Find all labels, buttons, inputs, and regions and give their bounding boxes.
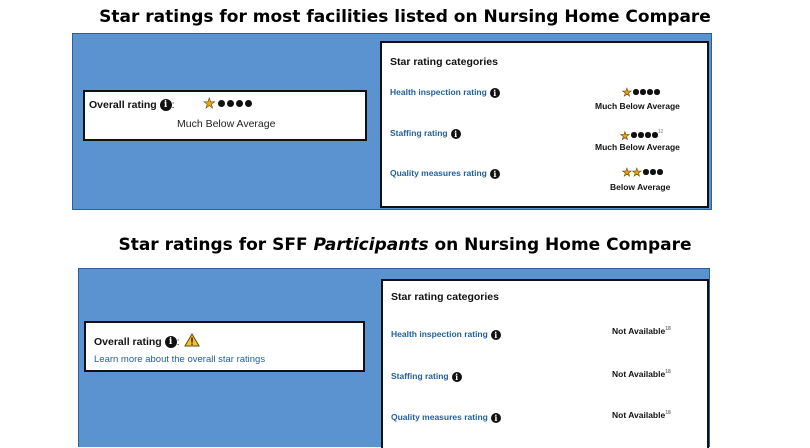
category-label-staffing[interactable]: Staffing rating i	[390, 128, 461, 139]
category-label-quality-measures[interactable]: Quality measures rating i	[390, 168, 500, 179]
info-icon[interactable]: i	[450, 128, 461, 139]
bottom-panel: Overall rating i: Learn more about the o…	[78, 268, 710, 448]
star-empty-dot-icon	[217, 100, 225, 108]
star-empty-dot-icon	[654, 89, 660, 95]
overall-star-rating: ★	[203, 95, 252, 111]
category-rating-text-staffing: Much Below Average	[595, 142, 680, 152]
category-value-health-inspection: Not Available18	[612, 326, 671, 336]
title-italic: Participants	[313, 235, 429, 255]
categories-heading: Star rating categories	[391, 291, 499, 303]
star-filled-icon: ★	[622, 167, 632, 179]
category-value-quality-measures: Not Available18	[612, 410, 671, 420]
info-icon[interactable]: i	[490, 329, 501, 340]
category-stars-quality-measures: ★★	[622, 167, 663, 179]
category-label-quality-measures[interactable]: Quality measures rating i	[391, 412, 501, 423]
category-stars-health-inspection: ★	[622, 87, 660, 99]
overall-rating-label: Overall rating	[94, 336, 162, 348]
info-icon[interactable]: i	[489, 87, 500, 98]
title-suffix: on Nursing Home Compare	[428, 235, 692, 255]
overall-rating-label: Overall rating	[89, 99, 157, 111]
overall-rating-colon: :	[171, 99, 175, 111]
star-filled-icon: ★	[203, 95, 216, 111]
overall-rating-colon: :	[176, 336, 180, 348]
star-rating-categories-card: Star rating categories Health inspection…	[381, 279, 709, 448]
category-label-health-inspection[interactable]: Health inspection rating i	[390, 87, 500, 98]
footnote-marker: 12	[657, 129, 664, 135]
category-label-health-inspection[interactable]: Health inspection rating i	[391, 329, 501, 340]
category-label-staffing[interactable]: Staffing rating i	[391, 371, 462, 382]
star-empty-dot-icon	[640, 89, 646, 95]
category-value-staffing: Not Available18	[612, 369, 671, 379]
star-empty-dot-icon	[235, 100, 243, 108]
star-empty-dot-icon	[645, 132, 651, 138]
footnote-marker: 18	[665, 410, 671, 417]
star-empty-dot-icon	[650, 169, 656, 175]
star-empty-dot-icon	[244, 100, 252, 108]
star-filled-icon: ★	[631, 167, 642, 179]
info-icon[interactable]: i	[490, 412, 501, 423]
slide-title-bottom: Star ratings for SFF Participants on Nur…	[0, 235, 810, 255]
overall-rating-text: Much Below Average	[177, 118, 276, 130]
category-rating-text-quality-measures: Below Average	[610, 182, 671, 192]
footnote-marker: 18	[665, 326, 671, 333]
star-filled-icon: ★	[622, 87, 632, 99]
title-prefix: Star ratings for SFF	[118, 235, 314, 255]
info-icon[interactable]: i	[159, 99, 172, 112]
overall-rating-card: Overall rating i: Learn more about the o…	[84, 321, 365, 372]
star-empty-dot-icon	[647, 89, 653, 95]
star-empty-dot-icon	[643, 169, 649, 175]
categories-heading: Star rating categories	[390, 56, 498, 68]
star-rating-categories-card: Star rating categories Health inspection…	[380, 41, 709, 208]
star-empty-dot-icon	[633, 89, 639, 95]
info-icon[interactable]: i	[489, 168, 500, 179]
top-panel: Overall rating i: ★ Much Below Average S…	[72, 33, 712, 210]
star-empty-dot-icon	[657, 169, 663, 175]
learn-more-link[interactable]: Learn more about the overall star rating…	[94, 354, 265, 365]
overall-rating-card: Overall rating i: ★ Much Below Average	[83, 90, 367, 141]
category-stars-staffing: ★ 12	[620, 127, 664, 143]
category-rating-text-health-inspection: Much Below Average	[595, 101, 680, 111]
info-icon[interactable]: i	[164, 336, 177, 349]
info-icon[interactable]: i	[451, 371, 462, 382]
footnote-marker: 18	[665, 369, 671, 376]
overall-rating-heading: Overall rating i:	[94, 333, 201, 349]
star-filled-icon: ★	[620, 130, 630, 143]
warning-icon	[184, 333, 201, 347]
star-empty-dot-icon	[638, 132, 644, 138]
overall-rating-heading: Overall rating i:	[89, 99, 175, 112]
star-empty-dot-icon	[226, 100, 234, 108]
slide-title-top: Star ratings for most facilities listed …	[99, 7, 711, 27]
star-empty-dot-icon	[631, 132, 637, 138]
